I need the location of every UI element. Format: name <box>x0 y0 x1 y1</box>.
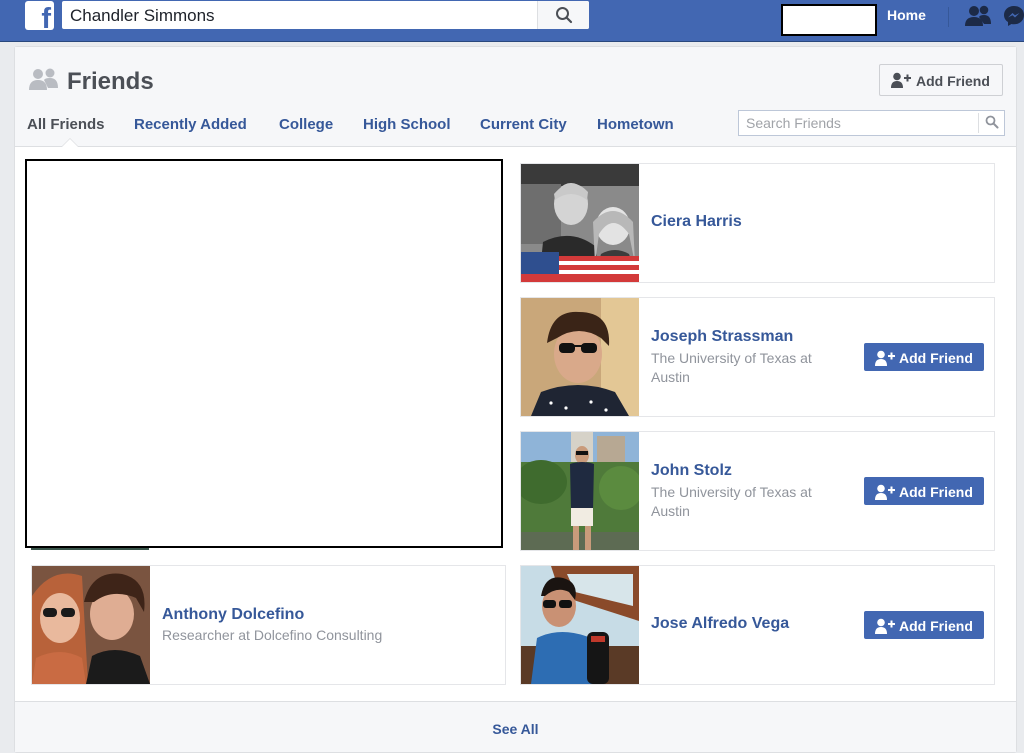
search-icon <box>985 115 999 129</box>
tab-recently-added[interactable]: Recently Added <box>134 116 247 133</box>
top-navigation-bar: f Chandler Simmons Home <box>0 0 1024 42</box>
global-search-input[interactable]: Chandler Simmons <box>70 6 215 26</box>
friend-requests-icon[interactable] <box>963 4 993 28</box>
add-friend-button-label: Add Friend <box>899 484 973 500</box>
friend-work: Researcher at Dolcefino Consulting <box>162 626 442 645</box>
add-friend-button[interactable]: Add Friend <box>864 343 984 371</box>
tab-high-school[interactable]: High School <box>363 116 451 133</box>
redacted-profile-link[interactable] <box>781 4 877 36</box>
add-friend-button-label: Add Friend <box>899 618 973 634</box>
search-friends-input[interactable] <box>739 111 977 135</box>
add-friend-button[interactable]: Add Friend <box>864 477 984 505</box>
friend-school-line-2: Austin <box>651 503 690 519</box>
friend-photo[interactable] <box>32 566 150 684</box>
add-friend-header-button[interactable]: Add Friend <box>879 64 1003 96</box>
friend-photo[interactable] <box>521 164 639 282</box>
global-search-bar[interactable]: Chandler Simmons <box>62 1 589 29</box>
add-friend-icon <box>875 618 895 634</box>
friend-photo[interactable] <box>521 298 639 416</box>
active-tab-caret <box>62 139 78 147</box>
add-friend-icon <box>891 72 911 88</box>
home-link[interactable]: Home <box>887 7 926 23</box>
friend-card: Joseph Strassman The University of Texas… <box>520 297 995 417</box>
friend-name[interactable]: Anthony Dolcefino <box>162 606 304 624</box>
friend-card: Ciera Harris <box>520 163 995 283</box>
friend-at: at <box>238 627 250 643</box>
friends-icon <box>29 68 58 90</box>
search-button[interactable] <box>537 1 589 29</box>
friend-photo[interactable] <box>521 566 639 684</box>
search-icon <box>556 7 573 24</box>
nav-divider <box>948 7 949 27</box>
search-friends-box <box>738 110 1005 136</box>
friend-school-line-1: The University of Texas at <box>651 350 812 366</box>
friend-school-line-1: The University of Texas at <box>651 484 812 500</box>
friend-role: Researcher <box>162 627 235 643</box>
tab-current-city[interactable]: Current City <box>480 116 567 133</box>
logo-letter: f <box>41 3 51 31</box>
friend-card: Anthony Dolcefino Researcher at Dolcefin… <box>31 565 506 685</box>
messenger-icon[interactable] <box>1003 5 1024 27</box>
tab-hometown[interactable]: Hometown <box>597 116 674 133</box>
friend-school: The University of Texas at Austin <box>651 349 831 387</box>
friend-school-line-2: Austin <box>651 369 690 385</box>
friends-footer: See All <box>15 701 1016 752</box>
friend-card: Jose Alfredo Vega Add Friend <box>520 565 995 685</box>
friend-school: The University of Texas at Austin <box>651 483 831 521</box>
search-friends-button[interactable] <box>978 113 1004 133</box>
tab-all-friends[interactable]: All Friends <box>27 116 105 133</box>
friend-photo[interactable] <box>521 432 639 550</box>
add-friend-header-label: Add Friend <box>916 73 990 89</box>
friends-header: Friends Add Friend All Friends Recently … <box>15 47 1016 147</box>
redacted-photo-edge <box>31 548 149 550</box>
page-title: Friends <box>67 68 154 95</box>
facebook-logo-icon[interactable]: f <box>25 1 54 30</box>
friend-name[interactable]: John Stolz <box>651 462 732 480</box>
friend-name[interactable]: Jose Alfredo Vega <box>651 615 789 633</box>
friend-name[interactable]: Joseph Strassman <box>651 328 793 346</box>
add-friend-button-label: Add Friend <box>899 350 973 366</box>
tab-college[interactable]: College <box>279 116 333 133</box>
redacted-area <box>25 159 503 548</box>
friend-card: John Stolz The University of Texas at Au… <box>520 431 995 551</box>
see-all-link[interactable]: See All <box>15 721 1016 737</box>
friend-employer: Dolcefino Consulting <box>253 627 383 643</box>
add-friend-button[interactable]: Add Friend <box>864 611 984 639</box>
friend-name[interactable]: Ciera Harris <box>651 213 742 231</box>
add-friend-icon <box>875 350 895 366</box>
add-friend-icon <box>875 484 895 500</box>
